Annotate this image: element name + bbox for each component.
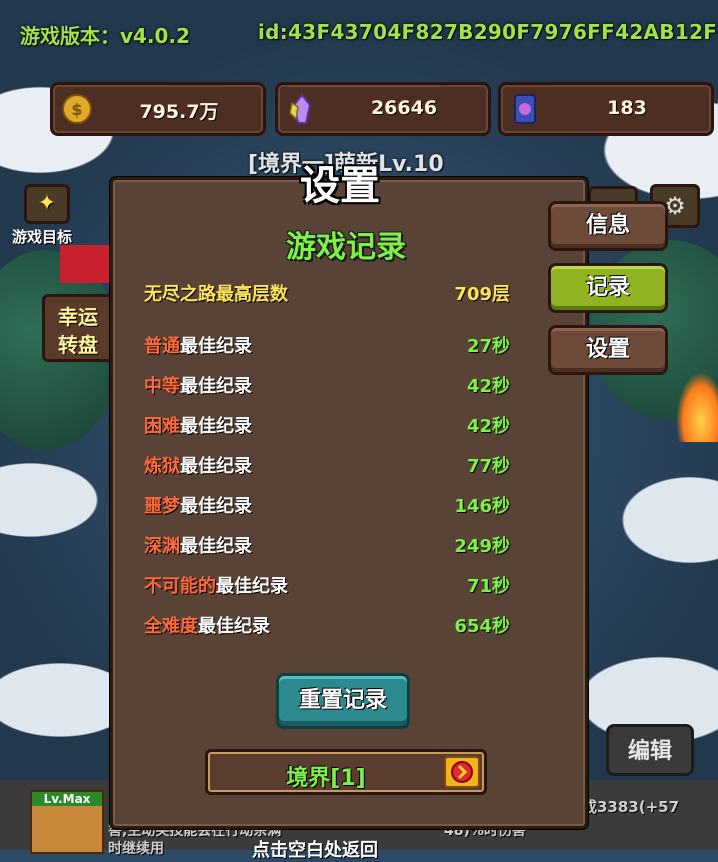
- game-goal-button[interactable]: ✦ 游戏目标: [12, 184, 84, 247]
- tap-to-return-hint: 点击空白处返回: [252, 840, 378, 861]
- endless-record-row: 无尽之路最高层数 709层: [144, 278, 510, 306]
- crystal-icon: [289, 93, 312, 124]
- difficulty-name: 炼狱: [144, 456, 180, 477]
- record-row: 困难最佳纪录 42秒: [144, 410, 510, 438]
- top-info-bar: 游戏版本：v4.0.2 id:43F43704F827B290F7976FF42…: [0, 14, 718, 54]
- record-row: 不可能的最佳纪录 71秒: [144, 570, 510, 598]
- lucky-wheel-button[interactable]: 幸运 转盘: [42, 294, 114, 362]
- record-value: 71秒: [466, 576, 510, 597]
- realm-selector[interactable]: 境界[1]: [205, 749, 487, 795]
- endless-value: 709层: [454, 284, 510, 305]
- gold-resource: $ 795.7万: [50, 82, 266, 136]
- difficulty-name: 普通: [144, 336, 180, 357]
- record-value: 27秒: [466, 336, 510, 357]
- tab-settings[interactable]: 设置: [548, 325, 668, 375]
- tab-info[interactable]: 信息: [548, 201, 668, 251]
- record-value: 42秒: [466, 416, 510, 437]
- record-suffix: 最佳纪录: [180, 336, 252, 357]
- difficulty-name: 困难: [144, 416, 180, 437]
- record-row: 全难度最佳纪录 654秒: [144, 610, 510, 638]
- reset-records-button[interactable]: 重置记录: [276, 673, 410, 729]
- dialog-title: 设置: [300, 163, 380, 209]
- level-badge: Lv.Max: [32, 792, 102, 806]
- red-banner: [60, 245, 112, 283]
- record-suffix: 最佳纪录: [180, 496, 252, 517]
- record-row: 普通最佳纪录 27秒: [144, 330, 510, 358]
- card-icon: [514, 94, 536, 124]
- difficulty-name: 全难度: [144, 616, 198, 637]
- record-value: 249秒: [454, 536, 510, 557]
- record-suffix: 最佳纪录: [180, 376, 252, 397]
- record-suffix: 最佳纪录: [180, 456, 252, 477]
- card-resource: 183: [498, 82, 714, 136]
- star-icon: ✦: [24, 184, 70, 224]
- skill-description-2: 时继续用: [108, 841, 164, 857]
- record-value: 654秒: [454, 616, 510, 637]
- record-row: 噩梦最佳纪录 146秒: [144, 490, 510, 518]
- record-suffix: 最佳纪录: [216, 576, 288, 597]
- record-suffix: 最佳纪录: [180, 536, 252, 557]
- crystal-resource: 26646: [275, 82, 491, 136]
- record-row: 中等最佳纪录 42秒: [144, 370, 510, 398]
- tab-records[interactable]: 记录: [548, 263, 668, 313]
- realm-label: 境界[1]: [286, 766, 366, 791]
- difficulty-name: 深渊: [144, 536, 180, 557]
- game-goal-label: 游戏目标: [12, 228, 73, 246]
- arrow-right-icon[interactable]: [444, 756, 480, 788]
- user-id: id:43F43704F827B290F7976FF42AB12FDF: [258, 20, 718, 44]
- campfire-icon: [676, 372, 718, 442]
- svg-text:$: $: [71, 100, 82, 119]
- edit-button[interactable]: 编辑: [606, 724, 694, 776]
- arrow-right-icon-svg: [451, 761, 473, 783]
- record-suffix: 最佳纪录: [198, 616, 270, 637]
- game-version: 游戏版本：v4.0.2: [20, 24, 190, 48]
- record-suffix: 最佳纪录: [180, 416, 252, 437]
- endless-label: 无尽之路最高层数: [144, 284, 288, 305]
- difficulty-name: 噩梦: [144, 496, 180, 517]
- section-title: 游戏记录: [286, 230, 406, 265]
- difficulty-name: 中等: [144, 376, 180, 397]
- record-value: 42秒: [466, 376, 510, 397]
- power-readout: 成3383(+57: [582, 798, 680, 816]
- coin-icon: $: [62, 94, 92, 124]
- record-row: 炼狱最佳纪录 77秒: [144, 450, 510, 478]
- difficulty-name: 不可能的: [144, 576, 216, 597]
- hero-portrait[interactable]: Lv.Max: [30, 790, 104, 854]
- record-value: 77秒: [466, 456, 510, 477]
- record-row: 深渊最佳纪录 249秒: [144, 530, 510, 558]
- record-value: 146秒: [454, 496, 510, 517]
